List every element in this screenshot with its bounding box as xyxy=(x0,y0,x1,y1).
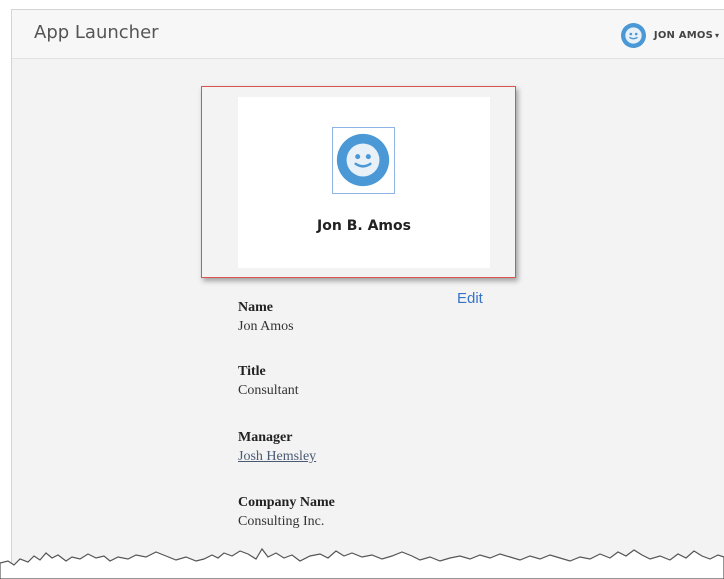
profile-card: Jon B. Amos xyxy=(238,97,490,268)
field-manager: Manager Josh Hemsley xyxy=(238,429,316,467)
torn-paper-edge xyxy=(0,547,724,579)
app-launcher-title[interactable]: App Launcher xyxy=(34,22,159,43)
field-value: Consultant xyxy=(238,383,299,398)
field-value: Jon Amos xyxy=(238,319,294,334)
profile-display-name: Jon B. Amos xyxy=(317,218,411,234)
field-company-name: Company Name Consulting Inc. xyxy=(238,494,335,532)
field-title: Title Consultant xyxy=(238,363,299,401)
field-name: Name Jon Amos xyxy=(238,299,294,337)
app-header: App Launcher JON AMOS ▾ xyxy=(12,10,724,59)
field-value: Consulting Inc. xyxy=(238,514,325,529)
chevron-down-icon: ▾ xyxy=(714,30,719,40)
field-label: Name xyxy=(238,300,273,315)
field-label: Manager xyxy=(238,430,293,445)
smiley-avatar-icon xyxy=(620,22,646,48)
edit-link[interactable]: Edit xyxy=(457,290,483,307)
user-menu[interactable]: JON AMOS ▾ xyxy=(620,22,719,48)
profile-avatar[interactable] xyxy=(332,127,395,194)
manager-link[interactable]: Josh Hemsley xyxy=(238,447,316,467)
smiley-avatar-icon xyxy=(336,133,390,187)
field-label: Title xyxy=(238,364,266,379)
field-label: Company Name xyxy=(238,495,335,510)
user-name: JON AMOS xyxy=(653,29,713,41)
